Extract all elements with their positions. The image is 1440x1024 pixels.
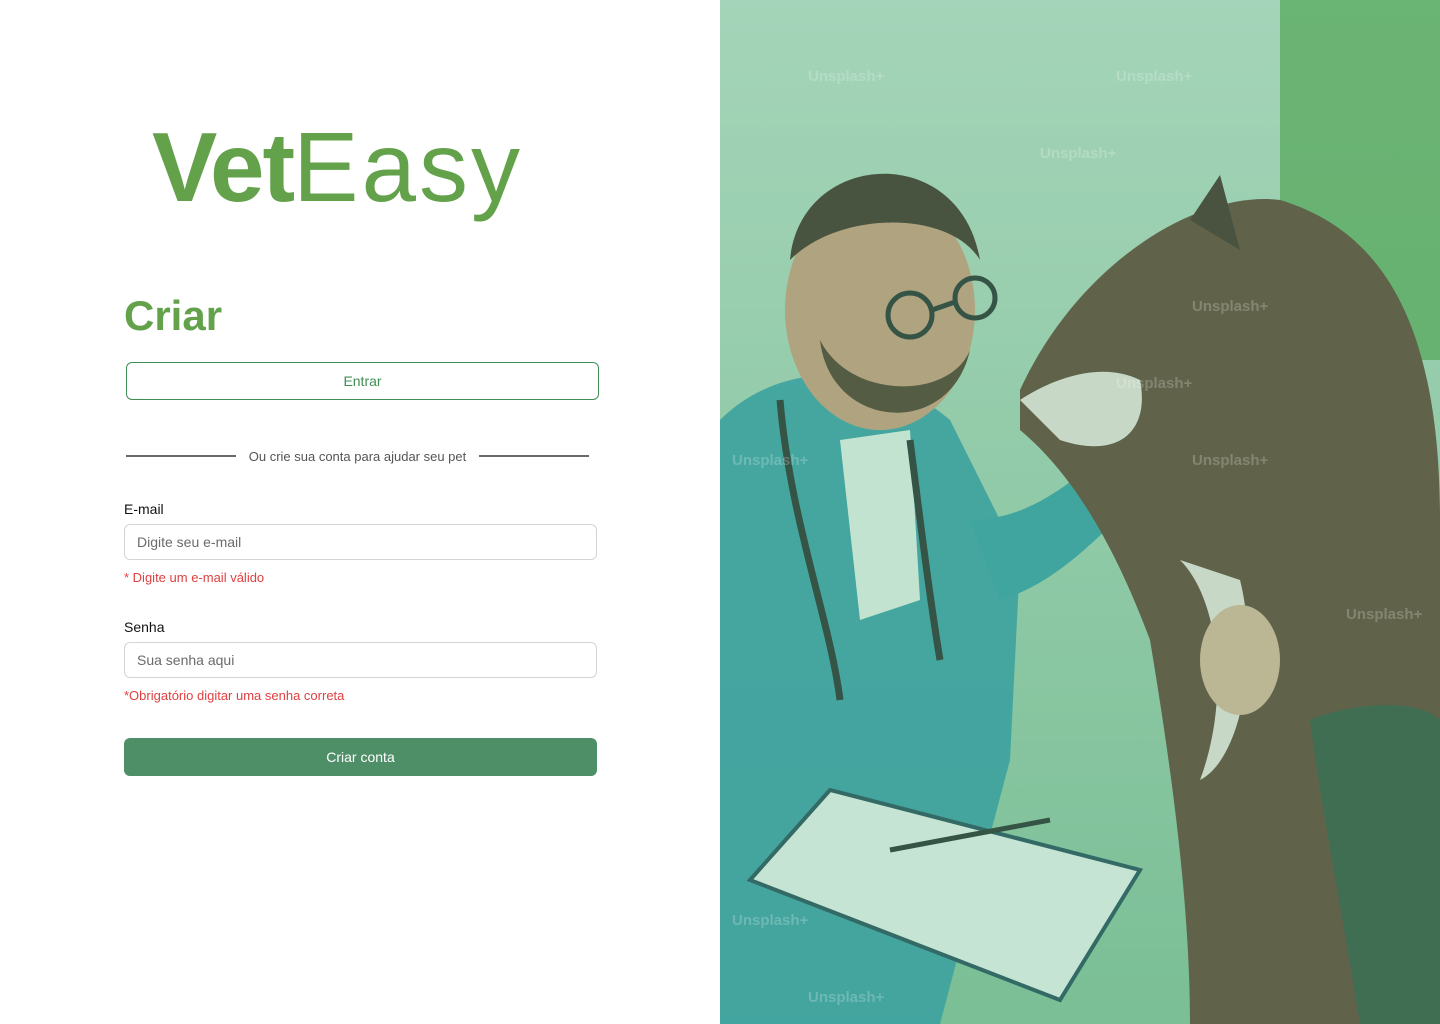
hero-photo: Unsplash+ Unsplash+ Unsplash+ Unsplash+ … (720, 0, 1440, 1024)
password-field[interactable] (124, 642, 597, 678)
login-button[interactable]: Entrar (126, 362, 599, 400)
divider-line-left (126, 455, 236, 457)
watermark: Unsplash+ (1346, 606, 1423, 623)
email-field[interactable] (124, 524, 597, 560)
vet-easy-logo: VetEasy (152, 118, 523, 216)
divider: Ou crie sua conta para ajudar seu pet (126, 446, 589, 466)
watermark: Unsplash+ (1192, 298, 1269, 315)
watermark: Unsplash+ (1116, 68, 1193, 85)
logo-easy: Easy (293, 112, 523, 222)
password-label: Senha (124, 619, 165, 635)
watermark: Unsplash+ (732, 452, 809, 469)
watermark: Unsplash+ (1116, 375, 1193, 392)
divider-text: Ou crie sua conta para ajudar seu pet (248, 448, 467, 464)
page-title: Criar (124, 292, 223, 339)
email-label: E-mail (124, 501, 164, 517)
password-error: *Obrigatório digitar uma senha correta (124, 688, 345, 703)
form-panel: VetEasy Criar Entrar Ou crie sua conta p… (0, 0, 720, 1024)
watermark: Unsplash+ (732, 912, 809, 929)
watermark: Unsplash+ (1192, 452, 1269, 469)
watermark: Unsplash+ (1040, 145, 1117, 162)
watermark: Unsplash+ (808, 68, 885, 85)
create-account-button[interactable]: Criar conta (124, 738, 597, 776)
logo-vet: Vet (152, 112, 295, 222)
divider-line-right (479, 455, 589, 457)
login-page: VetEasy Criar Entrar Ou crie sua conta p… (0, 0, 1440, 1024)
watermark: Unsplash+ (808, 989, 885, 1006)
email-error: * Digite um e-mail válido (124, 570, 265, 585)
